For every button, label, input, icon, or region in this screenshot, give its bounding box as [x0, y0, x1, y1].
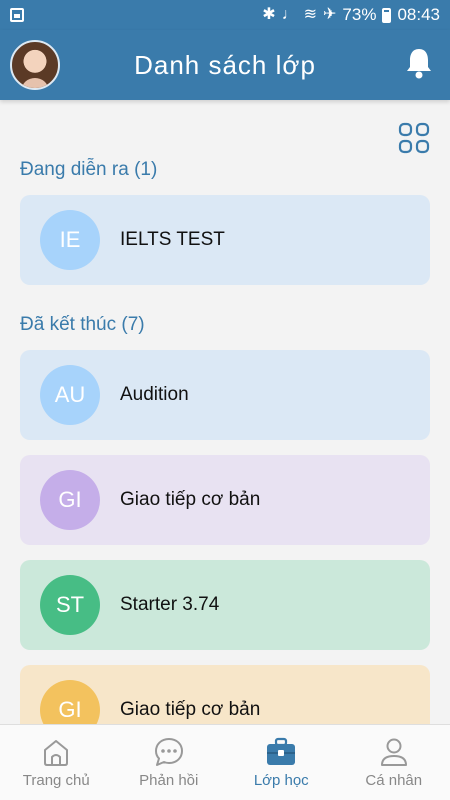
home-icon	[44, 740, 69, 766]
class-initials-badge: GI	[40, 470, 100, 530]
bell-icon[interactable]	[404, 46, 434, 80]
class-list[interactable]: Đang diễn ra (1) IE IELTS TEST Đã kết th…	[0, 100, 450, 724]
image-icon	[10, 8, 24, 22]
nav-label: Cá nhân	[365, 772, 423, 789]
briefcase-icon	[267, 737, 296, 765]
nav-item-classes[interactable]: Lớp học	[225, 725, 338, 800]
avatar[interactable]	[10, 40, 60, 90]
mute-icon: ♩	[281, 6, 298, 23]
class-initials-badge: AU	[40, 365, 100, 425]
bluetooth-icon: ✱	[262, 6, 276, 23]
class-card[interactable]: IE IELTS TEST	[20, 195, 430, 285]
nav-item-profile[interactable]: Cá nhân	[338, 725, 450, 800]
chat-icon	[154, 738, 183, 766]
clock: 08:43	[397, 5, 440, 24]
class-initials-badge: ST	[40, 575, 100, 635]
nav-item-feedback[interactable]: Phản hồi	[113, 725, 226, 800]
status-bar: ✱ ♩ ≋ ✈ 73% 08:43	[0, 0, 450, 30]
user-icon	[380, 738, 407, 766]
bottom-nav: Trang chủ Phản hồi Lớp học Cá nhân	[0, 724, 450, 800]
wifi-icon: ≋	[303, 6, 318, 23]
app-header: Danh sách lớp	[0, 30, 450, 100]
class-name: IELTS TEST	[120, 229, 225, 250]
class-card[interactable]: GI Giao tiếp cơ bản	[20, 665, 430, 724]
section-title-ongoing: Đang diễn ra (1)	[20, 159, 158, 180]
battery-text: 73%	[342, 5, 377, 24]
nav-item-home[interactable]: Trang chủ	[0, 725, 113, 800]
nav-label: Trang chủ	[22, 772, 90, 789]
class-name: Starter 3.74	[120, 594, 220, 615]
class-card[interactable]: AU Audition	[20, 350, 430, 440]
class-card[interactable]: GI Giao tiếp cơ bản	[20, 455, 430, 545]
section-title-finished: Đã kết thúc (7)	[20, 314, 145, 335]
battery-icon	[382, 7, 392, 23]
class-card[interactable]: ST Starter 3.74	[20, 560, 430, 650]
class-initials-badge: IE	[40, 210, 100, 270]
page-title: Danh sách lớp	[134, 49, 316, 80]
class-name: Audition	[120, 384, 189, 405]
class-name: Giao tiếp cơ bản	[120, 489, 261, 510]
class-name: Giao tiếp cơ bản	[120, 699, 261, 720]
airplane-icon: ✈	[323, 6, 337, 23]
class-initials-badge: GI	[40, 680, 100, 724]
nav-label: Lớp học	[253, 772, 309, 789]
nav-label: Phản hồi	[139, 772, 199, 789]
grid-view-icon[interactable]	[398, 122, 430, 154]
